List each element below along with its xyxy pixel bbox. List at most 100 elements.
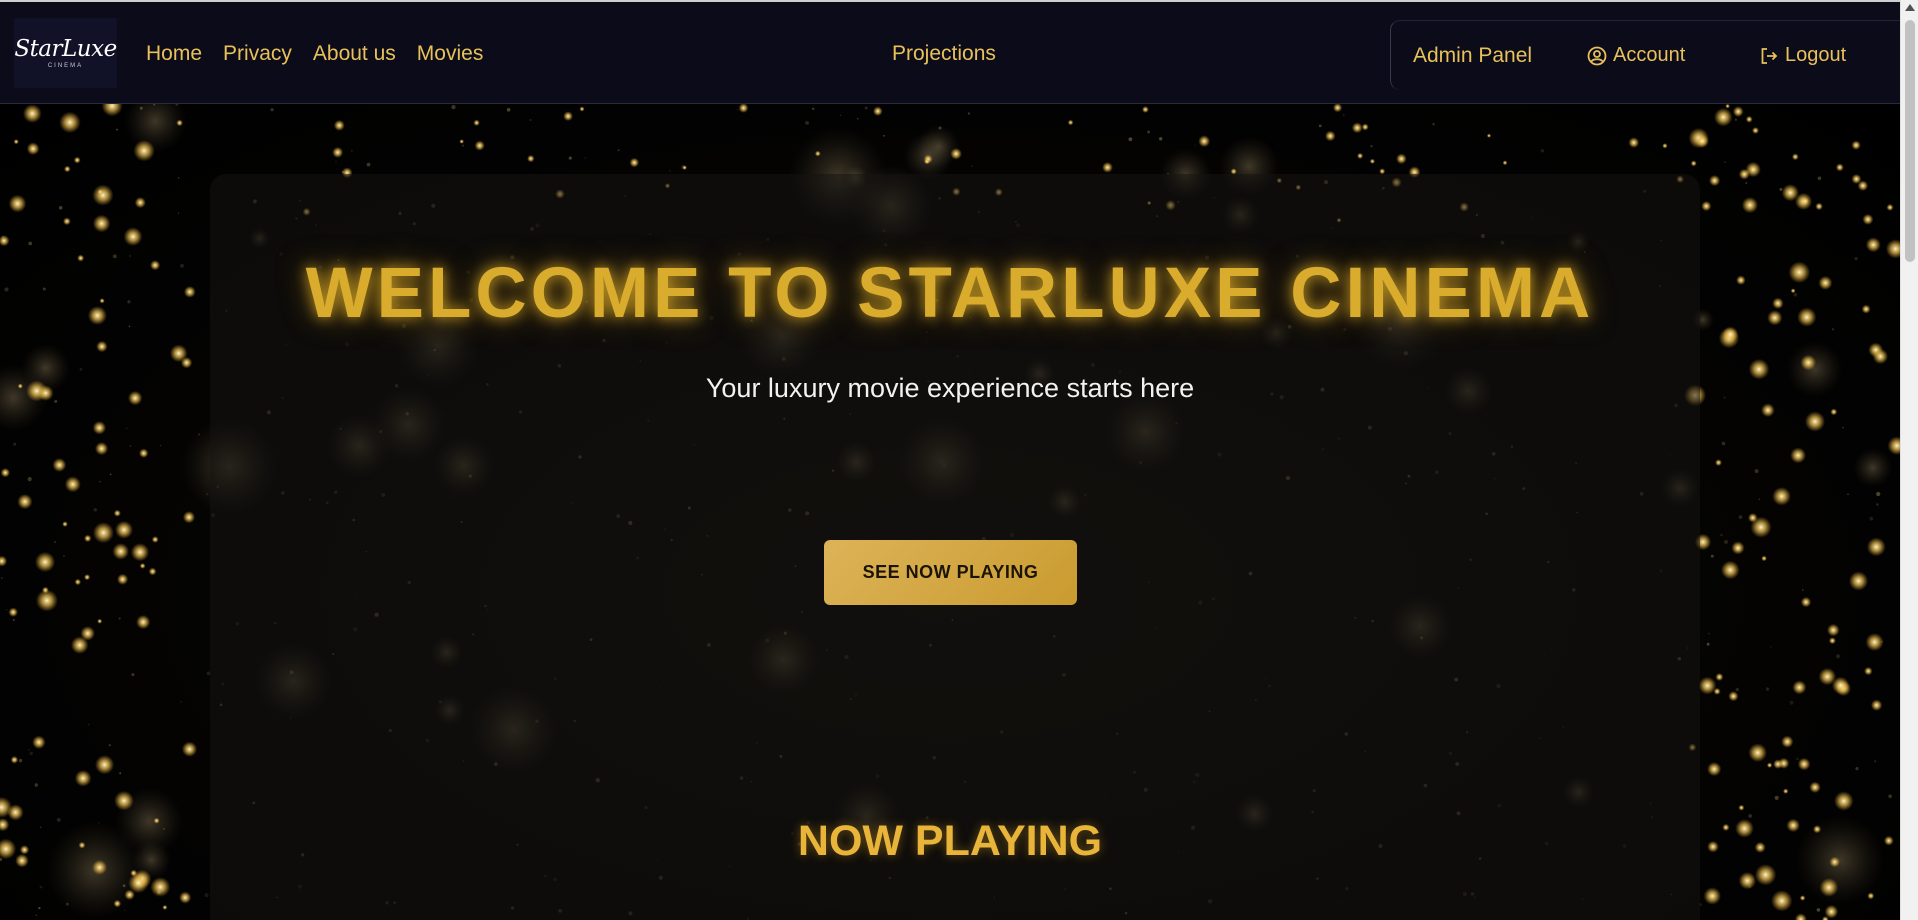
dust-particle [1754,469,1759,474]
sparkle [62,521,68,527]
sparkle [1695,134,1710,148]
sparkle [1715,459,1722,466]
dust-particle [125,427,128,430]
top-navbar: StarLuxe CINEMA Home Privacy About us Mo… [0,0,1900,104]
dust-particle [1842,426,1844,429]
sparkle [1797,757,1811,771]
brand-logo[interactable]: StarLuxe CINEMA [14,18,117,88]
sparkle [1872,348,1889,365]
sparkle [95,755,115,775]
sparkle [52,458,67,472]
nav-link-home[interactable]: Home [146,42,202,66]
nav-link-movies[interactable]: Movies [417,42,484,66]
sparkle [1818,667,1837,686]
sparkle [130,543,150,562]
sparkle [1738,872,1757,890]
dust-particle [1734,118,1737,121]
dust-particle [366,162,371,167]
dust-particle [1758,498,1761,500]
nav-center: Projections [892,2,996,106]
nav-link-logout[interactable]: Logout [1759,44,1846,67]
dust-particle [1706,642,1710,646]
sparkle [1486,133,1492,138]
dust-particle [1816,908,1821,912]
sparkle [1748,743,1767,762]
sparkle [97,189,104,195]
sparkle [527,154,535,163]
nav-link-account[interactable]: Account [1587,44,1685,67]
dust-particle [1874,760,1877,763]
sparkle [1745,161,1761,178]
dust-particle [856,117,859,120]
dust-particle [1801,589,1804,591]
dust-particle [839,114,842,117]
sparkle [1690,160,1697,167]
sparkle [74,578,82,586]
dust-particle [1724,539,1728,544]
logo-wordmark: StarLuxe [14,35,117,62]
dust-particle [1745,181,1748,184]
nav-link-projections[interactable]: Projections [892,42,996,66]
dust-particle [1779,187,1783,191]
dust-particle [131,673,135,677]
sparkle [10,756,19,764]
sparkle [73,156,81,164]
sparkle [0,555,8,567]
scroll-up-arrow-icon[interactable] [1905,4,1915,11]
sparkle [92,522,114,544]
nav-link-admin-panel[interactable]: Admin Panel [1413,44,1532,68]
sparkle [114,790,134,811]
sparkle [1791,153,1799,161]
dust-particle [122,884,126,888]
sparkle [1761,555,1767,562]
sparkle [629,157,640,168]
sparkle [1827,623,1840,637]
sparkle [1502,160,1508,166]
sparkle [0,235,10,247]
dust-particle [805,120,810,125]
sparkle [1754,864,1777,886]
logout-icon [1759,46,1779,66]
nav-link-about-us[interactable]: About us [313,42,396,66]
hero-title: WELCOME TO STARLUXE CINEMA [305,254,1595,333]
dust-particle [1370,145,1373,148]
sparkle [162,904,168,910]
now-playing-heading: NOW PLAYING [797,817,1103,865]
dust-particle [568,156,572,160]
dust-particle [28,749,30,751]
dust-particle [27,477,32,482]
scroll-thumb[interactable] [1905,20,1915,262]
sparkle [101,104,123,117]
dust-particle [1432,123,1435,126]
nav-link-privacy[interactable]: Privacy [223,42,292,66]
sparkle [1865,237,1881,253]
dust-particle [109,473,112,476]
dust-particle [124,909,126,911]
dust-particle [128,254,131,258]
dust-particle [1835,654,1841,659]
sparkle [1828,637,1836,645]
sparkle [1102,162,1113,173]
dust-particle [1147,130,1151,134]
page-scrollbar[interactable] [1900,0,1918,920]
dust-particle [1876,503,1879,506]
sparkle [924,158,930,165]
sparkle [0,468,10,478]
dust-particle [1869,516,1874,521]
sparkle [1867,892,1875,900]
see-now-playing-button[interactable]: SEE NOW PLAYING [824,540,1077,605]
dust-particle [1159,137,1163,141]
sparkle [112,543,129,560]
dust-particle [119,772,122,775]
sparkle [117,573,129,585]
sparkle [136,615,151,630]
sparkle [1815,202,1823,211]
sparkle [1198,135,1211,148]
dust-particle [1796,757,1799,761]
sparkle [1357,152,1364,159]
dust-particle [1770,646,1772,648]
sparkle [1741,197,1758,214]
sparkle [1819,878,1839,897]
sparkle [1142,106,1149,113]
logout-label: Logout [1785,44,1847,66]
